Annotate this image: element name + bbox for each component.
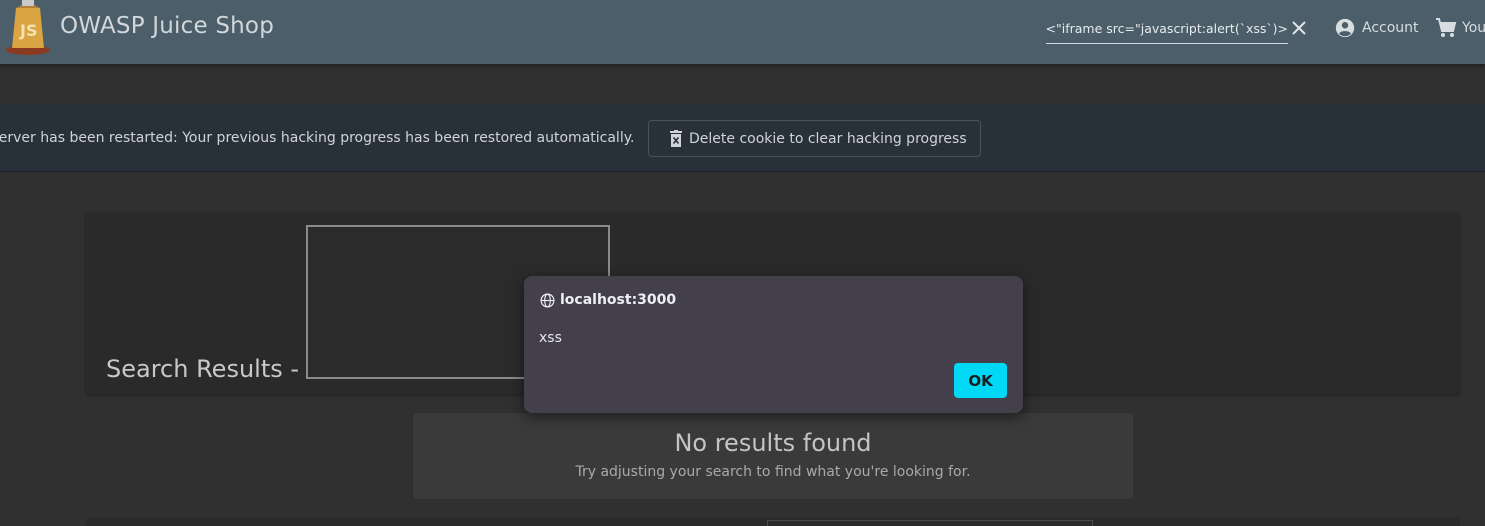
banner-message: The server has been restarted: Your prev… xyxy=(0,130,635,146)
globe-icon xyxy=(540,293,555,307)
search-field[interactable] xyxy=(1046,16,1288,44)
search-input[interactable] xyxy=(1046,16,1288,40)
delete-cookie-button[interactable]: Delete cookie to clear hacking progress xyxy=(648,120,981,157)
alert-origin-text: localhost:3000 xyxy=(560,292,677,308)
top-toolbar: JS OWASP Juice Shop Account Your Basket xyxy=(0,0,1485,64)
svg-text:JS: JS xyxy=(19,21,37,40)
restart-banner: The server has been restarted: Your prev… xyxy=(0,104,1485,172)
alert-message: xss xyxy=(539,330,562,346)
search-results-title: Search Results - xyxy=(106,355,300,383)
delete-cookie-label: Delete cookie to clear hacking progress xyxy=(689,130,967,147)
basket-label: Your Basket xyxy=(1462,20,1485,36)
basket-button[interactable]: Your Basket xyxy=(1434,15,1485,41)
juice-shop-logo[interactable]: JS xyxy=(4,0,52,56)
alert-origin: localhost:3000 xyxy=(540,292,676,308)
shopping-cart-icon xyxy=(1436,18,1457,37)
account-label: Account xyxy=(1362,20,1419,36)
account-circle-icon xyxy=(1335,18,1355,38)
ok-button[interactable]: OK xyxy=(954,363,1007,398)
app-title[interactable]: OWASP Juice Shop xyxy=(60,13,274,39)
no-results-subtitle: Try adjusting your search to find what y… xyxy=(575,464,971,480)
no-results-title: No results found xyxy=(674,429,872,457)
alert-dialog: localhost:3000 xss OK xyxy=(524,276,1023,413)
trash-icon xyxy=(670,129,682,147)
bottom-card-outline xyxy=(767,520,1093,526)
no-results-card: No results found Try adjusting your sear… xyxy=(413,413,1133,499)
account-button[interactable]: Account xyxy=(1334,15,1419,41)
close-icon[interactable] xyxy=(1290,19,1308,37)
